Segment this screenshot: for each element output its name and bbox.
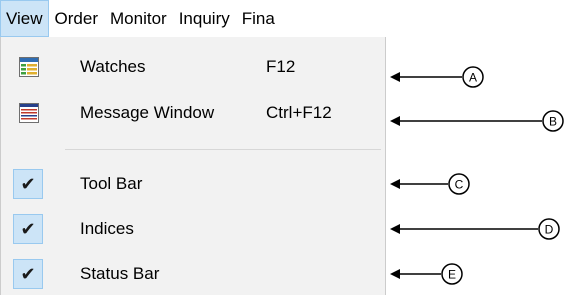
menu-item-status-bar[interactable]: ✔ Status Bar [1, 254, 385, 294]
menu-order[interactable]: Order [49, 0, 104, 37]
message-window-icon [15, 99, 43, 127]
menu-item-label: Message Window [80, 103, 215, 122]
watches-grid-icon [15, 53, 43, 81]
menu-item-label: Watches [80, 57, 146, 76]
callout-letter: B [549, 115, 557, 129]
callout-a: A [390, 66, 484, 88]
callout-letter: E [448, 268, 456, 282]
callout-d: D [390, 218, 560, 240]
checkmark-icon: ✔ [13, 214, 43, 244]
callout-letter: C [455, 178, 464, 192]
menu-item-label: Indices [80, 219, 134, 238]
menu-view[interactable]: View [0, 0, 49, 37]
callout-b: B [390, 110, 564, 132]
menu-monitor[interactable]: Monitor [104, 0, 173, 37]
menu-inquiry[interactable]: Inquiry [173, 0, 236, 37]
menu-item-watches[interactable]: Watches F12 [1, 47, 385, 87]
callout-e: E [390, 263, 463, 285]
menu-finance-truncated[interactable]: Fina [236, 0, 281, 37]
menu-item-shortcut: Ctrl+F12 [266, 103, 332, 122]
menu-item-message-window[interactable]: Message Window Ctrl+F12 [1, 93, 385, 133]
menu-separator [65, 149, 381, 150]
checkmark-icon: ✔ [13, 169, 43, 199]
menu-item-indices[interactable]: ✔ Indices [1, 209, 385, 249]
callout-c: C [390, 173, 470, 195]
checkmark-icon: ✔ [13, 259, 43, 289]
menu-item-tool-bar[interactable]: ✔ Tool Bar [1, 164, 385, 204]
menu-item-label: Status Bar [80, 264, 160, 283]
menu-item-shortcut: F12 [266, 57, 296, 76]
menu-bar: View Order Monitor Inquiry Fina [0, 0, 386, 37]
callout-letter: D [545, 223, 554, 237]
view-menu-dropdown: Watches F12 Message Window Ctrl+F12 ✔ To… [0, 37, 386, 295]
callout-letter: A [469, 71, 477, 85]
menu-item-label: Tool Bar [80, 174, 143, 193]
